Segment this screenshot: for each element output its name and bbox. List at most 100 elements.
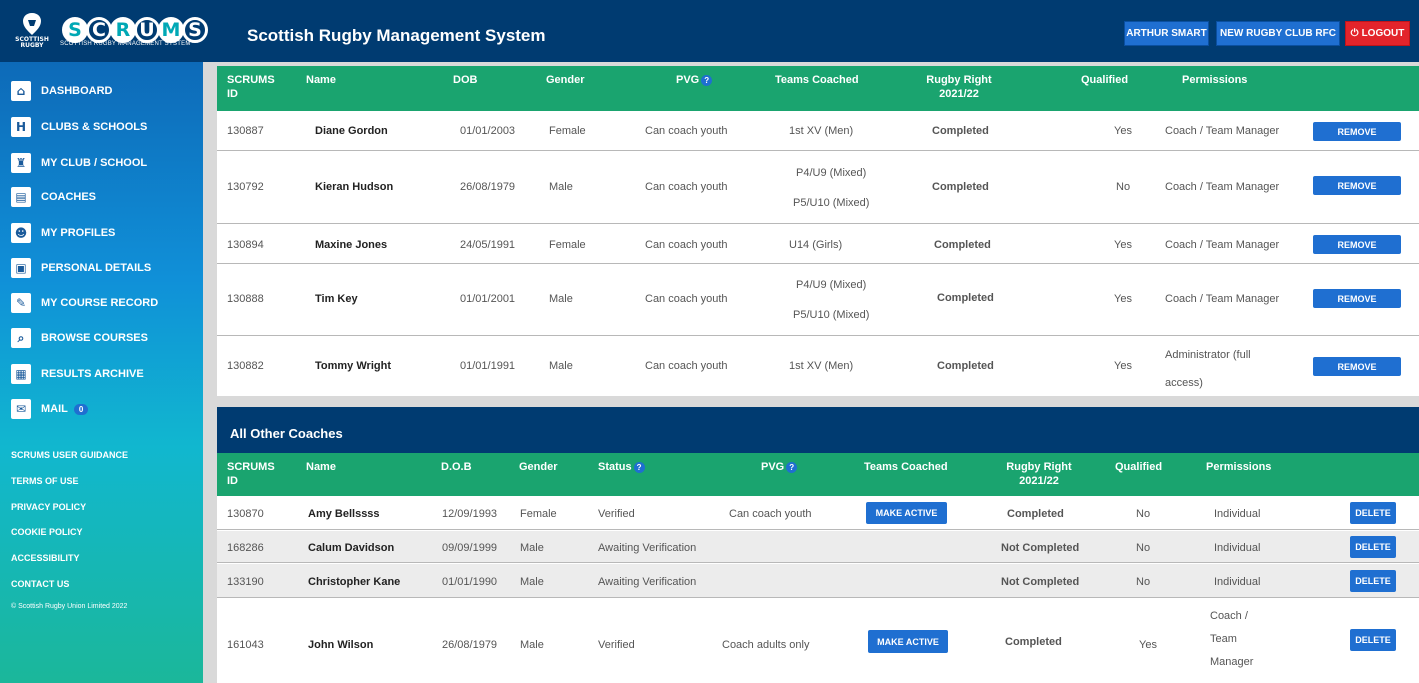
scrums-id: 130888 [227,293,264,305]
sidebar-item-personal-details[interactable]: ▣ PERSONAL DETAILS [11,256,151,280]
make-active-button[interactable]: MAKE ACTIVE [868,630,948,653]
pvg: Can coach youth [645,181,728,193]
table-row: 130882 Tommy Wright 01/01/1991 Male Can … [217,337,1419,396]
status: Verified [598,508,635,520]
power-icon: ⏻ [1350,28,1359,39]
coach-name[interactable]: Amy Bellssss [308,507,380,521]
logout-button[interactable]: ⏻ LOGOUT [1345,21,1410,46]
active-coaches-table: SCRUMS ID Name DOB Gender PVG? Teams Coa… [217,66,1419,396]
team: 1st XV (Men) [789,360,854,372]
delete-button[interactable]: DELETE [1350,629,1396,651]
gender: Male [520,542,544,554]
table-row: 130894 Maxine Jones 24/05/1991 Female Ca… [217,225,1419,264]
table-header: SCRUMS ID Name D.O.B Gender Status? PVG?… [217,453,1419,496]
sidebar-item-label: MY CLUB / SCHOOL [41,157,148,169]
make-active-button[interactable]: MAKE ACTIVE [866,502,947,524]
mail-icon: ✉ [11,399,31,419]
sidebar-item-course-record[interactable]: ✎ MY COURSE RECORD [11,291,158,315]
sidebar-item-label: DASHBOARD [41,85,113,97]
sidebar-item-my-profiles[interactable]: ☻ MY PROFILES [11,221,115,245]
coach-name[interactable]: Maxine Jones [315,238,387,252]
coach-name[interactable]: Christopher Kane [308,575,400,589]
help-icon[interactable]: ? [633,461,645,473]
col-permissions: Permissions [1182,74,1248,86]
sidebar-item-results-archive[interactable]: ▦ RESULTS ARCHIVE [11,362,144,386]
mail-count-badge: 0 [73,403,89,415]
col-qualified: Qualified [1115,461,1163,473]
gender: Male [549,293,573,305]
user-guidance-link[interactable]: SCRUMS USER GUIDANCE [11,450,128,460]
col-rugby-right: Rugby Right 2021/22 [926,74,992,100]
col-name: Name [306,461,336,473]
team: P4/U9 (Mixed) [796,167,867,179]
help-icon[interactable]: ? [786,461,798,473]
dob: 01/01/2003 [460,125,516,137]
qualified: Yes [1114,360,1132,372]
permissions: Coach / Team Manager [1165,181,1280,193]
permissions: Administrator (full access) [1165,349,1251,389]
help-icon[interactable]: ? [701,74,713,86]
sidebar-item-clubs-schools[interactable]: H CLUBS & SCHOOLS [11,115,147,139]
privacy-link[interactable]: PRIVACY POLICY [11,502,86,512]
gender: Male [549,181,573,193]
scrums-id: 168286 [227,542,264,554]
coach-name[interactable]: Tim Key [315,292,358,306]
status: Awaiting Verification [598,542,697,554]
qualified: Yes [1114,125,1132,137]
cookie-link[interactable]: COOKIE POLICY [11,527,83,537]
dob: 26/08/1979 [442,639,498,651]
rugby-right-status: Completed [932,125,989,137]
col-qualified: Qualified [1081,74,1129,86]
terms-link[interactable]: TERMS OF USE [11,476,79,486]
coach-name[interactable]: Calum Davidson [308,541,394,555]
table-row: 161043 John Wilson 26/08/1979 Male Verif… [217,599,1419,683]
sidebar-item-my-club[interactable]: ♜ MY CLUB / SCHOOL [11,151,147,175]
dob: 24/05/1991 [460,239,516,251]
gender: Female [520,508,557,520]
delete-button[interactable]: DELETE [1350,536,1396,558]
remove-button[interactable]: REMOVE [1313,357,1401,376]
coach-name[interactable]: Diane Gordon [315,124,388,138]
accessibility-link[interactable]: ACCESSIBILITY [11,553,80,563]
sidebar-item-dashboard[interactable]: ⌂ DASHBOARD [11,79,113,103]
col-gender: Gender [519,461,558,473]
col-gender: Gender [546,74,585,86]
contact-link[interactable]: CONTACT US [11,579,69,589]
remove-button[interactable]: REMOVE [1313,176,1401,195]
sidebar: ⌂ DASHBOARD H CLUBS & SCHOOLS ♜ MY CLUB / S… [0,62,203,683]
col-status: Status? [598,460,645,474]
remove-button[interactable]: REMOVE [1313,235,1401,254]
remove-button[interactable]: REMOVE [1313,122,1401,141]
coach-name[interactable]: John Wilson [308,638,373,652]
gender: Male [520,576,544,588]
rugby-right-status: Completed [937,292,994,304]
delete-button[interactable]: DELETE [1350,570,1396,592]
qualified: No [1136,508,1151,520]
sidebar-item-coaches[interactable]: ▤ COACHES [11,185,96,209]
logo-subtitle: SCOTTISH RUGBY MANAGEMENT SYSTEM [60,41,191,47]
coaches-icon: ▤ [11,187,31,207]
scrums-id: 130894 [227,239,264,251]
table-row: 133190 Christopher Kane 01/01/1990 Male … [217,564,1419,598]
status: Verified [598,639,635,651]
coach-name[interactable]: Kieran Hudson [315,180,393,194]
course-record-icon: ✎ [11,293,31,313]
dob: 01/01/1991 [460,360,516,372]
logo-letter: C [86,17,112,43]
table-row: 130792 Kieran Hudson 26/08/1979 Male Can… [217,152,1419,224]
delete-button[interactable]: DELETE [1350,502,1396,524]
sidebar-item-browse-courses[interactable]: ⌕ BROWSE COURSES [11,326,148,350]
col-dob: DOB [453,74,478,86]
permissions: Coach / Team Manager [1210,610,1254,668]
coach-name[interactable]: Tommy Wright [315,359,391,373]
club-button[interactable]: NEW RUGBY CLUB RFC [1216,21,1340,46]
pvg: Can coach youth [645,360,728,372]
rugby-right-status: Completed [934,239,991,251]
rugby-right-status: Completed [932,181,989,193]
scrums-id: 130887 [227,125,264,137]
sidebar-item-label: MY PROFILES [41,227,116,239]
user-button[interactable]: ARTHUR SMART [1124,21,1209,46]
remove-button[interactable]: REMOVE [1313,289,1401,308]
sidebar-item-mail[interactable]: ✉ MAIL 0 [11,397,89,421]
qualified: No [1116,181,1131,193]
